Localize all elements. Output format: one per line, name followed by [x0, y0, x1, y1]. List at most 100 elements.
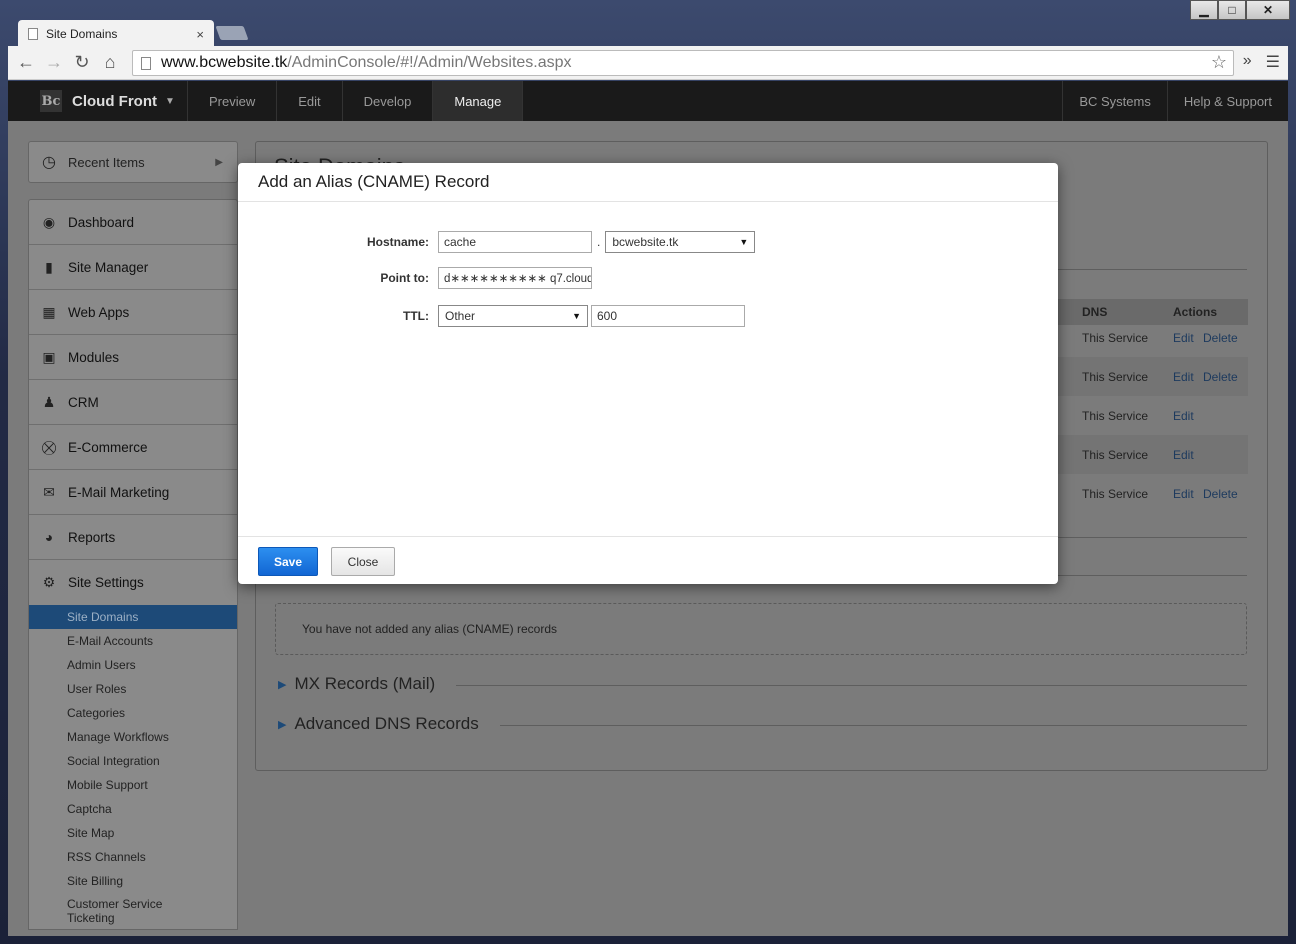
sidebar-menu: ◉ Dashboard ▮ Site Manager ▦ Web Apps ▣ …: [28, 199, 238, 930]
forward-icon[interactable]: →: [40, 52, 68, 73]
delete-link[interactable]: Delete: [1203, 331, 1238, 345]
advanced-dns-section[interactable]: ▶ Advanced DNS Records: [278, 714, 479, 734]
envelope-icon: ✉: [43, 483, 55, 500]
sidebar-item-label: Web Apps: [68, 304, 130, 320]
subitem-captcha[interactable]: Captcha: [29, 797, 237, 821]
subitem-site-map[interactable]: Site Map: [29, 821, 237, 845]
sidebar-item-reports[interactable]: ◕ Reports: [29, 515, 237, 560]
sidebar-item-site-manager[interactable]: ▮ Site Manager: [29, 245, 237, 290]
ttl-select-value: Other: [445, 309, 476, 323]
subitem-admin-users[interactable]: Admin Users: [29, 653, 237, 677]
url-host: www.bcwebsite.tk: [161, 54, 288, 71]
subitem-site-domains[interactable]: Site Domains: [29, 605, 237, 629]
ttl-select[interactable]: Other ▼: [438, 305, 588, 327]
app-header: Bc Cloud Front ▼ Preview Edit Develop Ma…: [8, 81, 1288, 121]
address-bar[interactable]: www.bcwebsite.tk /AdminConsole/#!/Admin/…: [132, 50, 1234, 76]
dialog-footer: Save Close: [238, 536, 1058, 584]
edit-link[interactable]: Edit: [1173, 370, 1194, 384]
tab-strip: Site Domains ×: [8, 18, 1288, 48]
subitem-manage-workflows[interactable]: Manage Workflows: [29, 725, 237, 749]
ttl-label: TTL:: [403, 309, 429, 323]
delete-link[interactable]: Delete: [1203, 370, 1238, 384]
domain-select-value: bcwebsite.tk: [612, 235, 679, 249]
sidebar-item-crm[interactable]: ♟ CRM: [29, 380, 237, 425]
pointto-input[interactable]: d∗∗∗∗∗∗∗∗∗∗ q7.cloudfro: [438, 267, 592, 289]
minimize-button[interactable]: ▁: [1190, 0, 1218, 20]
subitem-rss-channels[interactable]: RSS Channels: [29, 845, 237, 869]
divider: [456, 685, 1247, 686]
save-button[interactable]: Save: [258, 547, 318, 576]
page-icon: [141, 56, 151, 70]
delete-link[interactable]: Delete: [1203, 487, 1238, 501]
sidebar-item-ecommerce[interactable]: ⛒ E-Commerce: [29, 425, 237, 470]
nav-bc-systems[interactable]: BC Systems: [1062, 81, 1167, 121]
nav-develop[interactable]: Develop: [343, 81, 434, 121]
menu-icon[interactable]: ☰: [1266, 52, 1280, 72]
edit-link[interactable]: Edit: [1173, 409, 1194, 423]
subitem-user-roles[interactable]: User Roles: [29, 677, 237, 701]
pointto-label: Point to:: [380, 271, 429, 285]
subitem-site-billing[interactable]: Site Billing: [29, 869, 237, 893]
ttl-input[interactable]: 600: [591, 305, 745, 327]
recent-items-button[interactable]: ◷ Recent Items ▶: [28, 141, 238, 183]
clock-icon: ◷: [42, 154, 56, 171]
nav-preview[interactable]: Preview: [188, 81, 278, 121]
home-icon[interactable]: ⌂: [96, 52, 124, 73]
bookmark-star-icon[interactable]: ☆: [1211, 52, 1227, 73]
edit-link[interactable]: Edit: [1173, 448, 1194, 462]
folder-icon: ▮: [45, 258, 53, 275]
mx-records-section[interactable]: ▶ MX Records (Mail): [278, 674, 435, 694]
subitem-mobile-support[interactable]: Mobile Support: [29, 773, 237, 797]
dropdown-arrow-icon: ▼: [572, 311, 581, 321]
brand-name: Cloud Front: [72, 92, 157, 110]
edit-link[interactable]: Edit: [1173, 331, 1194, 345]
tab-close-icon[interactable]: ×: [196, 27, 204, 42]
subitem-social-integration[interactable]: Social Integration: [29, 749, 237, 773]
app-nav: Preview Edit Develop Manage: [188, 81, 524, 121]
sidebar-item-label: Modules: [68, 349, 120, 365]
back-icon[interactable]: ←: [12, 52, 40, 73]
gear-icon: ⚙: [42, 574, 56, 590]
subitem-categories[interactable]: Categories: [29, 701, 237, 725]
close-button[interactable]: Close: [331, 547, 395, 576]
browser-window: ▁ □ ✕ Site Domains × ← → ↻ ⌂ www.bcwebsi…: [0, 0, 1296, 944]
sidebar-item-site-settings[interactable]: ⚙ Site Settings: [29, 560, 237, 605]
site-settings-submenu: Site Domains E-Mail Accounts Admin Users…: [29, 605, 237, 929]
sidebar-item-dashboard[interactable]: ◉ Dashboard: [29, 200, 237, 245]
browser-toolbar: ← → ↻ ⌂ www.bcwebsite.tk /AdminConsole/#…: [8, 46, 1288, 80]
dashboard-icon: ◉: [42, 213, 56, 230]
divider: [500, 725, 1247, 726]
web-apps-icon: ▦: [42, 303, 56, 320]
window-controls: ▁ □ ✕: [1190, 0, 1290, 20]
maximize-button[interactable]: □: [1218, 0, 1246, 20]
sidebar-item-email-marketing[interactable]: ✉ E-Mail Marketing: [29, 470, 237, 515]
sidebar-item-label: Reports: [68, 529, 116, 545]
new-tab-button[interactable]: [215, 26, 249, 40]
pie-chart-icon: ◕: [44, 529, 54, 545]
sidebar-item-label: CRM: [68, 394, 99, 410]
col-actions: Actions: [1173, 305, 1218, 319]
domain-select[interactable]: bcwebsite.tk ▼: [605, 231, 756, 253]
brand-switcher[interactable]: Bc Cloud Front ▼: [8, 81, 188, 121]
nav-manage[interactable]: Manage: [433, 81, 524, 121]
bc-logo-icon: Bc: [40, 90, 62, 112]
sidebar-item-web-apps[interactable]: ▦ Web Apps: [29, 290, 237, 335]
sidebar-item-label: Site Manager: [68, 259, 149, 275]
extensions-overflow-icon[interactable]: »: [1243, 52, 1252, 72]
url-path: /AdminConsole/#!/Admin/Websites.aspx: [287, 54, 572, 71]
subitem-customer-service-ticketing[interactable]: Customer Service Ticketing: [29, 893, 169, 929]
subitem-email-accounts[interactable]: E-Mail Accounts: [29, 629, 237, 653]
browser-tab[interactable]: Site Domains ×: [18, 20, 214, 48]
hostname-input[interactable]: cache: [438, 231, 592, 253]
reload-icon[interactable]: ↻: [68, 52, 96, 73]
empty-alias-notice: You have not added any alias (CNAME) rec…: [275, 603, 1247, 655]
pointto-row: Point to: d∗∗∗∗∗∗∗∗∗∗ q7.cloudfro: [238, 267, 592, 289]
hostname-label: Hostname:: [366, 235, 429, 249]
edit-link[interactable]: Edit: [1173, 487, 1194, 501]
sidebar-item-modules[interactable]: ▣ Modules: [29, 335, 237, 380]
nav-edit[interactable]: Edit: [277, 81, 343, 121]
nav-help-support[interactable]: Help & Support: [1166, 81, 1288, 121]
close-window-button[interactable]: ✕: [1246, 0, 1290, 20]
sidebar-item-label: Dashboard: [68, 214, 135, 230]
expand-triangle-icon: ▶: [278, 718, 287, 731]
